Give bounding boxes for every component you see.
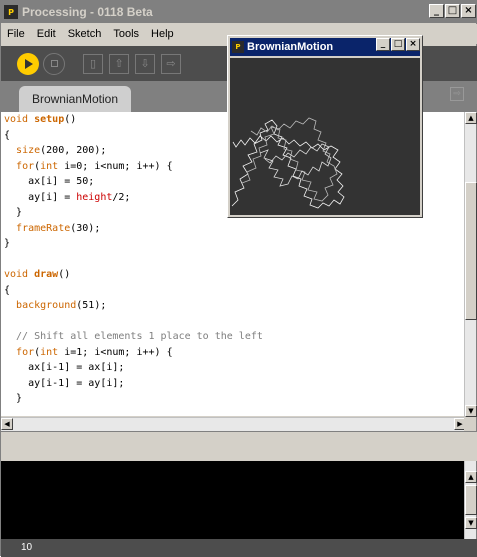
code-token: size [16, 145, 41, 156]
code-token: int [40, 346, 59, 358]
code-line: ay[i-1] = ay[i]; [4, 377, 125, 389]
menu-file[interactable]: File [1, 28, 31, 40]
close-icon[interactable]: × [461, 4, 476, 18]
open-button[interactable]: ⇧ [109, 53, 129, 74]
code-line: ax[i-1] = ax[i]; [4, 362, 125, 373]
code-line: for(int i=1; i<num; i++) { [16, 346, 173, 358]
maximize-icon[interactable]: □ [445, 4, 460, 18]
editor-scroll-thumb[interactable] [465, 182, 477, 320]
sketch-close-icon[interactable]: × [406, 38, 420, 51]
stop-icon [50, 60, 58, 67]
scroll-up-icon[interactable]: ▲ [465, 112, 477, 124]
code-token: int [40, 160, 59, 172]
processing-app-icon: P [4, 5, 18, 19]
window-title: Processing - 0118 Beta [22, 5, 153, 19]
code-token: background [16, 300, 77, 311]
code-token: setup [34, 114, 65, 125]
export-arrow-right-icon: ⇨ [166, 57, 176, 70]
processing-app-icon: P [232, 41, 244, 53]
code-line: background(51); [16, 300, 107, 311]
export-button[interactable]: ⇨ [161, 53, 181, 74]
tab-brownianmotion[interactable]: BrownianMotion [19, 86, 131, 112]
sketch-window-title: BrownianMotion [247, 41, 334, 53]
console-vertical-scrollbar[interactable]: ▲ ▼ [464, 461, 477, 539]
stop-button[interactable] [43, 52, 65, 75]
code-token: for [16, 346, 35, 358]
menu-edit[interactable]: Edit [31, 28, 62, 40]
save-button[interactable]: ⇩ [135, 53, 155, 74]
code-token: void [4, 114, 29, 125]
message-area [1, 431, 477, 461]
line-number-status: 10 [1, 539, 477, 557]
code-token: frameRate [16, 222, 71, 234]
title-bar[interactable]: P Processing - 0118 Beta _ □ × [1, 1, 477, 23]
new-button[interactable]: ▯ [83, 53, 103, 74]
menu-tools[interactable]: Tools [107, 28, 145, 40]
tab-menu-arrow-icon[interactable]: ⇨ [450, 87, 464, 101]
code-line: { [4, 284, 11, 296]
code-line: frameRate(30); [16, 222, 101, 234]
console-scroll-up-icon[interactable]: ▲ [465, 471, 477, 483]
scroll-down-icon[interactable]: ▼ [465, 405, 477, 417]
console-scroll-down-icon[interactable]: ▼ [465, 517, 477, 529]
scroll-left-icon[interactable]: ◀ [1, 418, 13, 430]
open-arrow-up-icon: ⇧ [114, 57, 124, 70]
code-line: } [4, 393, 23, 404]
code-token: void [4, 269, 29, 280]
menu-help[interactable]: Help [145, 28, 180, 40]
new-file-icon: ▯ [89, 57, 97, 70]
menu-sketch[interactable]: Sketch [62, 28, 108, 40]
sketch-output-window: P BrownianMotion _ □ × [227, 35, 423, 218]
sketch-maximize-icon[interactable]: □ [391, 38, 405, 51]
sketch-minimize-icon[interactable]: _ [376, 38, 390, 51]
editor-horizontal-scrollbar[interactable]: ◀ ▶ [1, 417, 466, 431]
code-line: void draw() [4, 269, 71, 280]
code-token: for [16, 160, 35, 172]
console-output[interactable] [1, 461, 466, 539]
sketch-canvas [230, 58, 420, 215]
code-line: // Shift all elements 1 place to the lef… [4, 331, 263, 342]
save-arrow-down-icon: ⇩ [140, 57, 150, 70]
console-scroll-thumb[interactable] [465, 485, 477, 515]
code-line: } [4, 238, 11, 249]
minimize-icon[interactable]: _ [429, 4, 444, 18]
editor-vertical-scrollbar[interactable]: ▲ ▼ [464, 112, 477, 417]
scroll-corner [464, 417, 476, 431]
run-button[interactable] [17, 52, 39, 75]
code-token: height [76, 191, 113, 203]
play-icon [25, 58, 33, 69]
brownian-motion-drawing [231, 117, 345, 209]
code-token: draw [34, 269, 59, 280]
